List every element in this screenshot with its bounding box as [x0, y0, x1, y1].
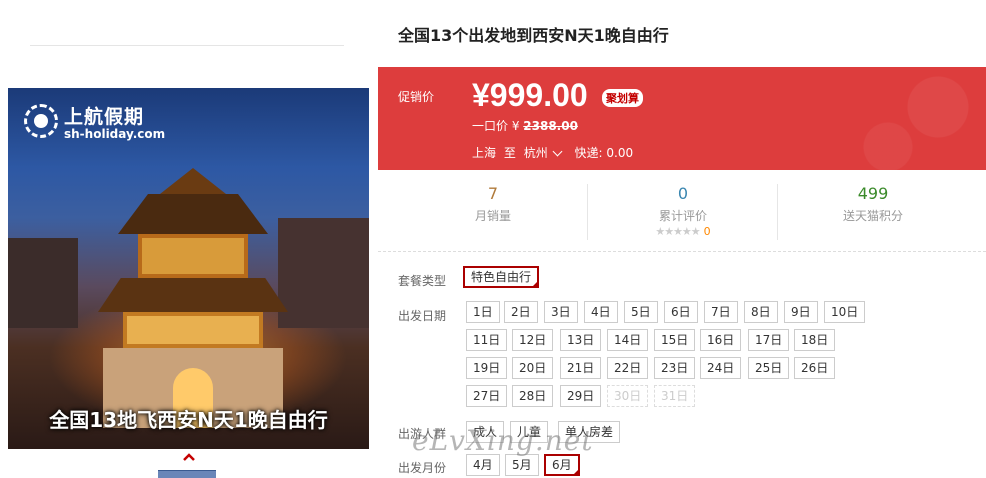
points-label: 送天猫积分 — [842, 209, 903, 223]
route-row: 上海 至 杭州 快递: 0.00 — [472, 144, 637, 161]
points-value: 499 — [857, 184, 889, 203]
background-building — [278, 218, 369, 328]
divider — [30, 45, 344, 46]
shipping-fee: 快递: 0.00 — [574, 146, 634, 160]
date-option[interactable]: 29日 — [560, 385, 602, 407]
date-option[interactable]: 3日 — [544, 301, 578, 323]
route-to-word: 至 — [503, 146, 516, 160]
date-option[interactable]: 9日 — [784, 301, 818, 323]
brand-logo: 上航假期 sh-holiday.com — [24, 102, 174, 144]
departure-date-label: 出发日期 — [398, 309, 447, 323]
date-option[interactable]: 8日 — [744, 301, 778, 323]
logo-site-text: sh-holiday.com — [64, 127, 166, 141]
date-option[interactable]: 27日 — [466, 385, 508, 407]
stat-reviews[interactable]: 0 累计评价 ★★★★★ 0 — [588, 184, 778, 238]
date-option[interactable]: 25日 — [748, 357, 790, 379]
rating-count: 0 — [703, 225, 711, 238]
bell-tower — [98, 168, 288, 428]
watermark: eLvXing.net — [412, 424, 594, 457]
date-option[interactable]: 16日 — [700, 329, 742, 351]
date-option[interactable]: 20日 — [512, 357, 554, 379]
reviews-label[interactable]: 累计评价 — [588, 207, 778, 224]
logo-brand-text: 上航假期 — [64, 106, 145, 128]
date-option[interactable]: 18日 — [794, 329, 836, 351]
departure-month-label: 出发月份 — [398, 461, 447, 475]
date-option[interactable]: 7日 — [704, 301, 738, 323]
original-price-row: 一口价 ¥ 2388.00 — [472, 117, 578, 134]
gallery-thumbnail[interactable] — [158, 470, 216, 478]
route-from: 上海 — [472, 146, 497, 160]
reviews-value[interactable]: 0 — [588, 184, 778, 203]
date-option[interactable]: 17日 — [748, 329, 790, 351]
date-option[interactable]: 5日 — [624, 301, 658, 323]
juhuasuan-badge[interactable]: 聚划算 — [602, 89, 643, 107]
date-option[interactable]: 2日 — [504, 301, 538, 323]
monthly-sales-value: 7 — [487, 184, 499, 203]
product-info-panel: 全国13个出发地到西安N天1晚自由行 促销价 ¥999.00 聚划算 一口价 ¥… — [378, 0, 986, 478]
background-building — [8, 238, 78, 328]
date-option[interactable]: 12日 — [512, 329, 554, 351]
date-option[interactable]: 19日 — [466, 357, 508, 379]
date-option[interactable]: 28日 — [512, 385, 554, 407]
chevron-up-icon[interactable] — [182, 452, 196, 462]
date-option[interactable]: 24日 — [700, 357, 742, 379]
destination-select[interactable]: 杭州 — [524, 146, 567, 160]
package-option[interactable]: 特色自由行 — [463, 266, 540, 288]
original-price-label: 一口价 ¥ — [472, 119, 520, 133]
route-to[interactable]: 杭州 — [524, 146, 548, 160]
month-option[interactable]: 5月 — [505, 454, 539, 476]
stats-bar: 7 月销量 0 累计评价 ★★★★★ 0 499 送天猫积分 — [378, 170, 986, 252]
month-option[interactable]: 4月 — [466, 454, 500, 476]
promo-price-label: 促销价 — [398, 90, 435, 104]
month-option-selected[interactable]: 6月 — [544, 454, 580, 476]
stat-monthly-sales: 7 月销量 — [398, 184, 588, 224]
date-option[interactable]: 15日 — [654, 329, 696, 351]
sun-logo-icon — [24, 104, 58, 138]
rating-stars-icon: ★★★★★ — [655, 225, 700, 238]
date-option[interactable]: 4日 — [584, 301, 618, 323]
package-type-label: 套餐类型 — [398, 274, 447, 288]
stat-points: 499 送天猫积分 — [778, 184, 968, 224]
price-box: 促销价 ¥999.00 聚划算 一口价 ¥ 2388.00 上海 至 杭州 快递… — [378, 67, 986, 170]
product-main-image[interactable]: 上航假期 sh-holiday.com 全国13地飞西安N天1晚自由行 — [8, 88, 369, 449]
date-option[interactable]: 10日 — [824, 301, 866, 323]
date-option[interactable]: 11日 — [466, 329, 508, 351]
date-option[interactable]: 1日 — [466, 301, 500, 323]
date-option[interactable]: 22日 — [607, 357, 649, 379]
chevron-down-icon[interactable] — [552, 146, 563, 157]
date-option[interactable]: 23日 — [654, 357, 696, 379]
promo-price: ¥999.00 — [472, 77, 588, 113]
date-option[interactable]: 14日 — [607, 329, 649, 351]
date-option: 30日 — [607, 385, 649, 407]
product-title: 全国13个出发地到西安N天1晚自由行 — [398, 26, 669, 45]
date-option[interactable]: 21日 — [560, 357, 602, 379]
image-caption: 全国13地飞西安N天1晚自由行 — [49, 408, 328, 432]
date-option[interactable]: 13日 — [560, 329, 602, 351]
monthly-sales-label: 月销量 — [474, 209, 511, 223]
date-option[interactable]: 6日 — [664, 301, 698, 323]
date-option[interactable]: 26日 — [794, 357, 836, 379]
date-option: 31日 — [654, 385, 696, 407]
original-price: 2388.00 — [523, 119, 578, 133]
